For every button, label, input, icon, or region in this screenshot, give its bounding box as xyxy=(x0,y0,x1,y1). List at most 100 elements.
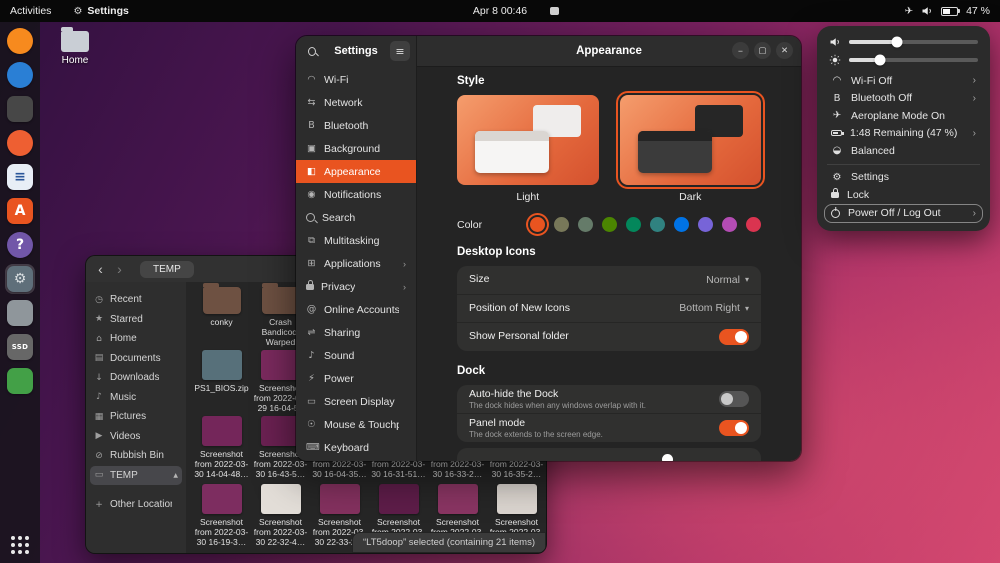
settings-nav-item[interactable]: B Bluetooth xyxy=(296,114,416,137)
settings-nav-item[interactable]: ♪ Sound xyxy=(296,344,416,367)
toggle-switch[interactable] xyxy=(719,391,749,407)
activities-button[interactable]: Activities xyxy=(10,5,51,17)
settings-nav-label: Privacy xyxy=(321,281,355,293)
system-menu-item[interactable]: ◠ Wi-Fi Off › xyxy=(825,72,982,90)
accent-color-swatch[interactable] xyxy=(674,217,689,232)
settings-nav-item[interactable]: ▭ Screen Display xyxy=(296,390,416,413)
settings-nav-item[interactable]: Search xyxy=(296,206,416,229)
settings-nav-item[interactable]: ⚡ Power xyxy=(296,367,416,390)
dock-app-button[interactable] xyxy=(5,298,35,328)
home-folder-icon xyxy=(61,31,89,52)
dock-app-button[interactable]: A xyxy=(5,196,35,226)
desktop-home-icon[interactable]: Home xyxy=(52,26,98,66)
dock-app-button[interactable]: ⚙ xyxy=(5,264,35,294)
focused-app-menu[interactable]: ⚙ Settings xyxy=(67,4,134,18)
settings-nav-item[interactable]: ⌨ Keyboard xyxy=(296,436,416,459)
close-button[interactable]: ✕ xyxy=(776,42,793,59)
settings-nav-item[interactable]: ⇆ Network xyxy=(296,91,416,114)
files-sidebar-item[interactable]: ◷ Recent xyxy=(86,290,186,310)
file-item[interactable]: Screenshot from 2022-03- 30 14-04-48… xyxy=(192,416,251,479)
system-menu-item[interactable]: Lock xyxy=(825,186,982,204)
settings-row[interactable]: Size Normal ▾ xyxy=(457,266,761,294)
settings-row[interactable]: Auto-hide the Dock The dock hides when a… xyxy=(457,385,761,413)
icon-size-slider[interactable] xyxy=(662,454,673,462)
settings-nav-item[interactable]: ⧉ Multitasking xyxy=(296,229,416,252)
minimize-button[interactable]: − xyxy=(732,42,749,59)
eject-icon[interactable]: ▲ xyxy=(173,472,178,479)
forward-button[interactable]: › xyxy=(111,262,128,276)
maximize-button[interactable]: ▢ xyxy=(754,42,771,59)
dock-app-button[interactable] xyxy=(5,26,35,56)
search-button[interactable] xyxy=(302,41,322,61)
brightness-slider[interactable] xyxy=(849,58,978,62)
menu-button[interactable]: ≡ xyxy=(390,41,410,61)
files-sidebar-label: Pictures xyxy=(110,411,146,422)
accent-color-swatch[interactable] xyxy=(722,217,737,232)
dock-app-button[interactable]: ? xyxy=(5,230,35,260)
accent-color-swatch[interactable] xyxy=(602,217,617,232)
files-sidebar-item[interactable]: ▤ Documents xyxy=(86,349,186,369)
back-button[interactable]: ‹ xyxy=(92,262,109,276)
files-sidebar-item[interactable]: ↓ Downloads xyxy=(86,368,186,388)
accent-color-swatch[interactable] xyxy=(626,217,641,232)
files-sidebar-item[interactable]: ▦ Pictures xyxy=(86,407,186,427)
settings-nav-item[interactable]: ▣ Background xyxy=(296,137,416,160)
files-sidebar-item[interactable]: ⊘ Rubbish Bin xyxy=(86,446,186,466)
system-menu-item[interactable]: 1:48 Remaining (47 %) › xyxy=(825,125,982,143)
path-button[interactable]: TEMP xyxy=(140,261,194,278)
accent-color-swatch[interactable] xyxy=(698,217,713,232)
file-item[interactable]: PS1_BIOS.zip xyxy=(192,350,251,413)
system-menu-item[interactable]: B Bluetooth Off › xyxy=(825,90,982,108)
files-sidebar-item[interactable]: ▭ TEMP ▲ xyxy=(90,466,182,486)
style-preview-card[interactable] xyxy=(457,95,599,185)
settings-row[interactable]: Panel mode The dock extends to the scree… xyxy=(457,413,761,442)
style-preview-card[interactable] xyxy=(620,95,762,185)
settings-nav-item[interactable]: ◧ Appearance xyxy=(296,160,416,183)
files-sidebar-item[interactable]: ⌂ Home xyxy=(86,329,186,349)
settings-nav-item[interactable]: Privacy › xyxy=(296,275,416,298)
settings-nav-item[interactable]: ⇌ Sharing xyxy=(296,321,416,344)
settings-nav-item[interactable]: ⊞ Applications › xyxy=(296,252,416,275)
style-option[interactable]: Dark xyxy=(620,95,762,203)
settings-nav-item[interactable]: ◠ Wi-Fi xyxy=(296,68,416,91)
files-sidebar-item[interactable]: ♪ Music xyxy=(86,388,186,408)
system-menu-item[interactable]: ◒ Balanced xyxy=(825,142,982,160)
settings-nav-item[interactable]: ◉ Notifications xyxy=(296,183,416,206)
dock-app-icon xyxy=(7,368,33,394)
accent-color-swatch[interactable] xyxy=(530,217,545,232)
file-item[interactable]: conky xyxy=(192,284,251,347)
settings-nav-item[interactable]: ☉ Mouse & Touchpad xyxy=(296,413,416,436)
dock-app-button[interactable] xyxy=(5,60,35,90)
toggle-switch[interactable] xyxy=(719,420,749,436)
file-item[interactable]: Screenshot from 2022-03- 30 16-19-3… xyxy=(192,484,251,547)
system-menu-item[interactable]: Power Off / Log Out › xyxy=(824,204,983,224)
volume-slider[interactable] xyxy=(849,40,978,44)
accent-color-swatch[interactable] xyxy=(650,217,665,232)
files-sidebar-item[interactable]: + Other Locations xyxy=(86,495,186,515)
slider-knob[interactable] xyxy=(874,55,885,66)
system-status-area[interactable]: ✈ 47 % xyxy=(905,5,1000,17)
menu-divider xyxy=(827,164,980,165)
settings-row[interactable]: Show Personal folder ▾ xyxy=(457,322,761,351)
style-option[interactable]: Light xyxy=(457,95,599,203)
dock-app-button[interactable]: ≡ xyxy=(5,162,35,192)
file-item[interactable]: Screenshot from 2022-03- 30 22-32-4… xyxy=(251,484,310,547)
toggle-switch[interactable] xyxy=(719,329,749,345)
accent-color-swatch[interactable] xyxy=(746,217,761,232)
dock-app-button[interactable]: SSD xyxy=(5,332,35,362)
accent-color-swatch[interactable] xyxy=(554,217,569,232)
system-menu-item[interactable]: ⚙ Settings xyxy=(825,169,982,187)
show-applications-button[interactable] xyxy=(5,535,35,555)
settings-nav-item[interactable]: @ Online Accounts xyxy=(296,298,416,321)
system-menu-item[interactable]: ✈ Aeroplane Mode On xyxy=(825,107,982,125)
clock-button[interactable]: Apr 8 00:46 xyxy=(473,5,527,17)
accent-color-swatch[interactable] xyxy=(578,217,593,232)
settings-row[interactable]: Position of New Icons Bottom Right ▾ xyxy=(457,294,761,323)
dock-app-button[interactable] xyxy=(5,366,35,396)
files-sidebar-item[interactable]: ★ Starred xyxy=(86,310,186,330)
slider-knob[interactable] xyxy=(891,37,902,48)
dock-app-button[interactable] xyxy=(5,94,35,124)
dock-app-button[interactable] xyxy=(5,128,35,158)
files-sidebar-item[interactable]: ▶ Videos xyxy=(86,427,186,447)
system-menu-icon xyxy=(831,209,840,218)
